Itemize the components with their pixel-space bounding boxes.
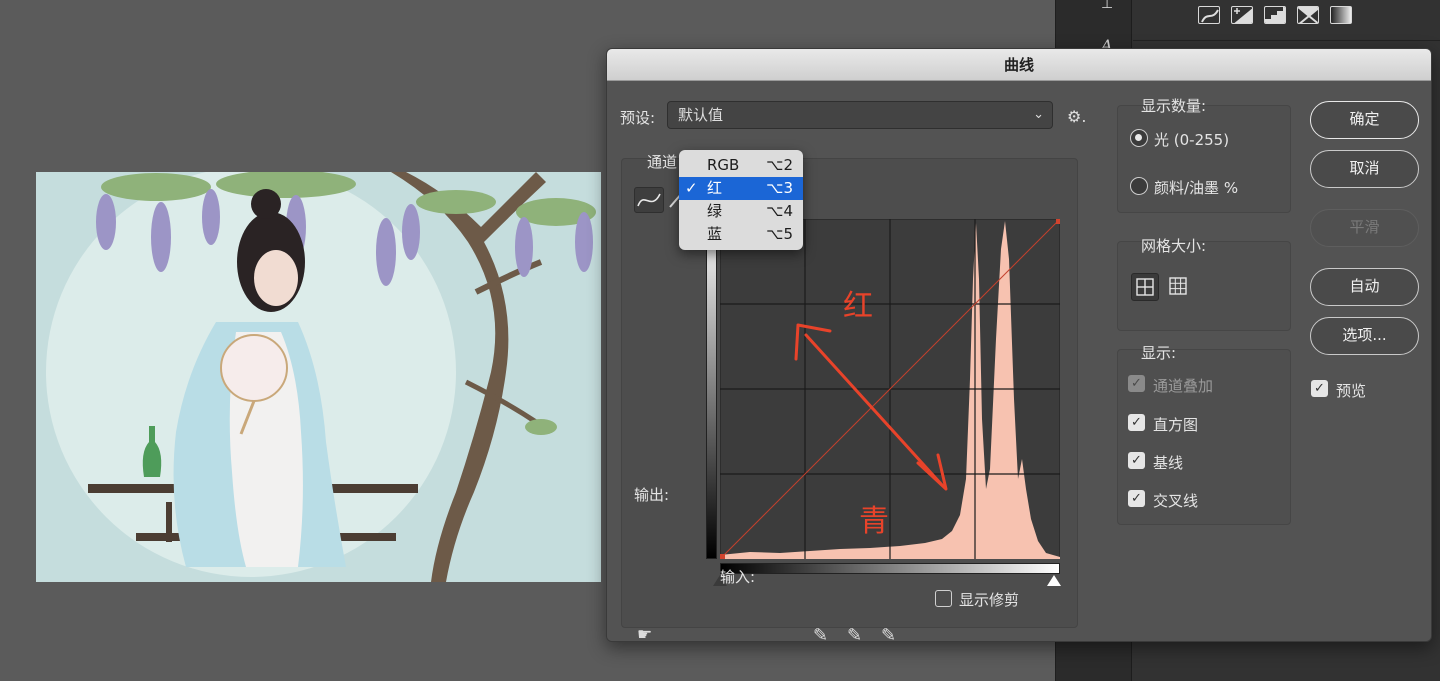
channel-option-label: 蓝 [707, 225, 723, 243]
annotation-red-label: 红 [843, 289, 873, 324]
exposure-adjustment-icon[interactable] [1231, 6, 1253, 24]
levels-adjustment-icon[interactable] [1264, 6, 1286, 24]
curve-point-bottom[interactable] [719, 554, 725, 560]
channel-option-rgb[interactable]: RGB ⌥2 [679, 154, 803, 177]
grid-size-title: 网格大小: [1141, 237, 1207, 255]
output-gradient-bar [706, 219, 717, 559]
show-clipping-checkbox[interactable] [935, 590, 952, 607]
preset-label: 预设: [620, 109, 656, 127]
intersection-checkbox[interactable]: ✓ [1128, 490, 1145, 507]
baseline-checkbox[interactable]: ✓ [1128, 452, 1145, 469]
histogram-label: 直方图 [1153, 416, 1199, 434]
preset-value: 默认值 [678, 106, 724, 124]
channel-option-label: 绿 [707, 202, 723, 220]
channel-option-green[interactable]: 绿 ⌥4 [679, 200, 803, 223]
preview-label: 预览 [1336, 382, 1367, 400]
cancel-button[interactable]: 取消 [1310, 150, 1419, 188]
curve-graph[interactable] [719, 218, 1062, 560]
channel-option-label: 红 [707, 179, 723, 197]
target-adjust-hand-icon[interactable]: ☛ [637, 625, 652, 641]
baseline-label: 基线 [1153, 454, 1184, 472]
show-clipping-label: 显示修剪 [959, 591, 1020, 609]
channel-option-label: RGB [707, 156, 740, 174]
input-gradient-bar [720, 563, 1060, 574]
curve-point-tool[interactable] [634, 187, 664, 213]
auto-button[interactable]: 自动 [1310, 268, 1419, 306]
channel-label: 通道 [647, 153, 678, 171]
output-label: 输出: [634, 486, 670, 504]
pigment-radio-label: 颜料/油墨 % [1154, 179, 1239, 197]
preview-checkbox[interactable]: ✓ [1311, 380, 1328, 397]
smooth-button[interactable]: 平滑 [1310, 209, 1419, 247]
intersection-label: 交叉线 [1153, 492, 1199, 510]
grid-10x10-icon [1169, 277, 1187, 295]
input-label: 输入: [720, 568, 756, 586]
channel-overlay-label: 通道叠加 [1153, 377, 1214, 395]
channel-option-shortcut: ⌥2 [766, 156, 793, 174]
checkmark-icon: ✓ [685, 179, 698, 197]
channel-overlay-checkbox[interactable]: ✓ [1128, 375, 1145, 392]
dialog-body: 预设: 默认值 ⌄ ⚙. 通道 RGB ⌥2 ✓ 红 ⌥3 绿 ⌥4 蓝 ⌥5 … [607, 81, 1431, 641]
channel-option-shortcut: ⌥3 [766, 179, 793, 197]
tool-arrows-icon[interactable]: ⊥ [1101, 0, 1113, 12]
chevron-down-icon: ⌄ [1033, 107, 1044, 122]
grid-simple-button[interactable] [1131, 273, 1159, 301]
adjustments-row [1198, 6, 1352, 24]
white-point-slider[interactable] [1047, 575, 1061, 586]
white-eyedropper-icon[interactable]: ✎ [881, 625, 896, 641]
light-radio-label: 光 (0-255) [1154, 131, 1230, 149]
curve-tool-icon [637, 193, 661, 207]
show-title: 显示: [1141, 344, 1177, 362]
gradient-map-adjustment-icon[interactable] [1330, 6, 1352, 24]
panel-divider [1133, 40, 1440, 41]
grid-4x4-icon [1136, 278, 1154, 296]
channel-option-shortcut: ⌥4 [766, 202, 793, 220]
display-amount-title: 显示数量: [1141, 97, 1207, 115]
channel-option-blue[interactable]: 蓝 ⌥5 [679, 223, 803, 246]
ok-button[interactable]: 确定 [1310, 101, 1419, 139]
invert-adjustment-icon[interactable] [1297, 6, 1319, 24]
document-image [36, 172, 601, 582]
pigment-radio[interactable] [1130, 177, 1148, 195]
curve-point-top[interactable] [1056, 218, 1062, 224]
light-radio[interactable] [1130, 129, 1148, 147]
gray-eyedropper-icon[interactable]: ✎ [847, 625, 862, 641]
black-eyedropper-icon[interactable]: ✎ [813, 625, 828, 641]
options-button[interactable]: 选项... [1310, 317, 1419, 355]
dialog-titlebar[interactable]: 曲线 [607, 49, 1431, 81]
channel-option-shortcut: ⌥5 [766, 225, 793, 243]
grid-detailed-button[interactable] [1165, 273, 1193, 301]
curves-adjustment-icon[interactable] [1198, 6, 1220, 24]
annotation-cyan-label: 青 [859, 504, 889, 539]
preset-select[interactable]: 默认值 ⌄ [667, 101, 1053, 129]
channel-option-red[interactable]: ✓ 红 ⌥3 [679, 177, 803, 200]
histogram-checkbox[interactable]: ✓ [1128, 414, 1145, 431]
gear-icon[interactable]: ⚙. [1067, 107, 1086, 126]
channel-dropdown-menu[interactable]: RGB ⌥2 ✓ 红 ⌥3 绿 ⌥4 蓝 ⌥5 [679, 150, 803, 250]
curves-dialog: 曲线 预设: 默认值 ⌄ ⚙. 通道 RGB ⌥2 ✓ 红 ⌥3 绿 ⌥4 蓝 … [606, 48, 1432, 642]
